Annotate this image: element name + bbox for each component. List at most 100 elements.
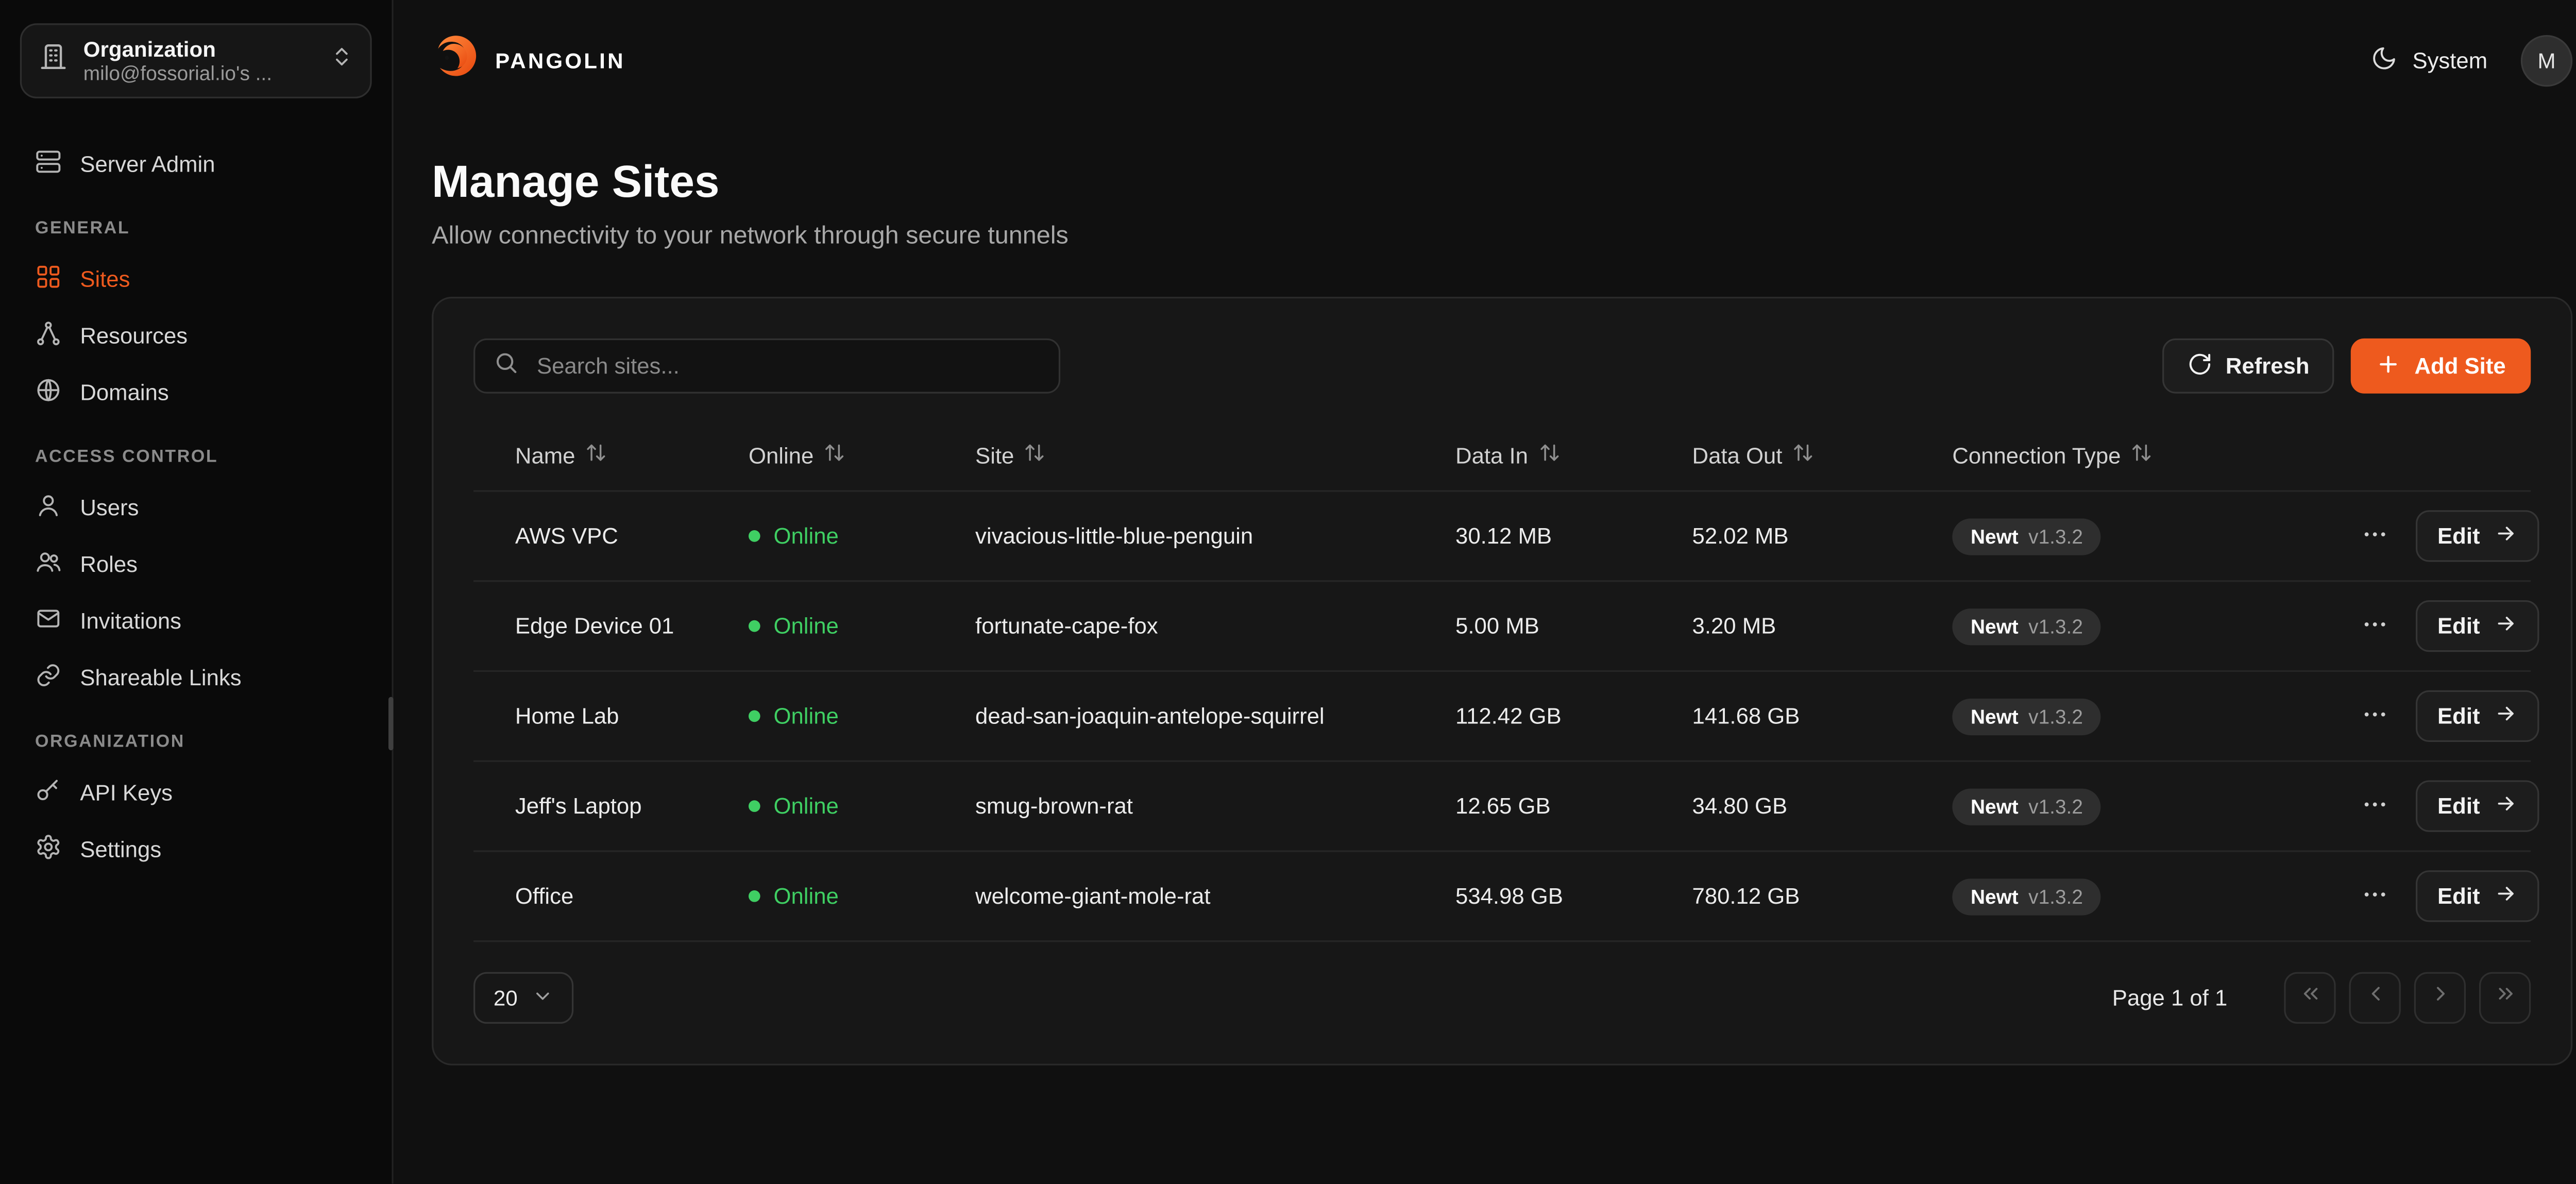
connection-type: Newt bbox=[1971, 794, 2019, 818]
sidebar-section-general: GENERAL bbox=[35, 218, 357, 239]
first-page-button[interactable] bbox=[2284, 972, 2335, 1024]
theme-toggle[interactable]: System bbox=[2371, 44, 2488, 76]
connection-type: Newt bbox=[1971, 704, 2019, 728]
connection-version: v1.3.2 bbox=[2028, 885, 2083, 908]
data-out-value: 141.68 GB bbox=[1692, 704, 1953, 729]
ellipsis-icon bbox=[2361, 610, 2389, 643]
page-title: Manage Sites bbox=[432, 157, 2572, 207]
site-name: Home Lab bbox=[515, 704, 749, 729]
site-tunnel-name: vivacious-little-blue-penguin bbox=[975, 523, 1455, 549]
sort-icon bbox=[824, 442, 845, 469]
mail-icon bbox=[35, 604, 62, 636]
data-in-value: 12.65 GB bbox=[1455, 793, 1692, 819]
sidebar-item-label: Roles bbox=[80, 551, 138, 576]
next-page-button[interactable] bbox=[2414, 972, 2466, 1024]
sort-icon bbox=[1538, 442, 1560, 469]
avatar[interactable]: M bbox=[2521, 34, 2572, 86]
chevrons-left-icon bbox=[2298, 982, 2321, 1013]
site-tunnel-name: smug-brown-rat bbox=[975, 793, 1455, 819]
data-out-value: 3.20 MB bbox=[1692, 614, 1953, 639]
search-box bbox=[473, 339, 1060, 394]
data-in-value: 5.00 MB bbox=[1455, 614, 1692, 639]
column-header-data-out[interactable]: Data Out bbox=[1692, 442, 1953, 469]
sidebar-section-organization: ORGANIZATION bbox=[35, 732, 357, 752]
sidebar-item-label: Invitations bbox=[80, 608, 181, 633]
sidebar-item-roles[interactable]: Roles bbox=[20, 535, 372, 592]
column-header-name[interactable]: Name bbox=[515, 442, 749, 469]
ellipsis-icon bbox=[2361, 789, 2389, 823]
edit-button[interactable]: Edit bbox=[2416, 600, 2538, 652]
data-out-value: 34.80 GB bbox=[1692, 793, 1953, 819]
sidebar-item-api-keys[interactable]: API Keys bbox=[20, 764, 372, 820]
edit-button[interactable]: Edit bbox=[2416, 690, 2538, 742]
sidebar-item-label: Settings bbox=[80, 836, 161, 861]
theme-label: System bbox=[2412, 47, 2487, 73]
page-head: Manage Sites Allow connectivity to your … bbox=[432, 157, 2572, 250]
sidebar-item-shareable-links[interactable]: Shareable Links bbox=[20, 649, 372, 705]
chevrons-up-down-icon bbox=[330, 45, 353, 76]
sidebar-item-invitations[interactable]: Invitations bbox=[20, 592, 372, 649]
edit-button[interactable]: Edit bbox=[2416, 780, 2538, 832]
column-header-data-in[interactable]: Data In bbox=[1455, 442, 1692, 469]
edit-button[interactable]: Edit bbox=[2416, 870, 2538, 922]
prev-page-button[interactable] bbox=[2349, 972, 2401, 1024]
row-menu-button[interactable] bbox=[2355, 604, 2394, 648]
edit-button[interactable]: Edit bbox=[2416, 510, 2538, 562]
connection-version: v1.3.2 bbox=[2028, 704, 2083, 728]
add-site-button[interactable]: Add Site bbox=[2351, 339, 2531, 394]
sidebar-item-label: Domains bbox=[80, 379, 168, 404]
data-out-value: 780.12 GB bbox=[1692, 884, 1953, 909]
site-status: Online bbox=[749, 523, 975, 549]
sidebar-item-settings[interactable]: Settings bbox=[20, 820, 372, 877]
site-name: AWS VPC bbox=[515, 523, 749, 549]
site-name: Jeff's Laptop bbox=[515, 793, 749, 819]
users-icon bbox=[35, 548, 62, 579]
waypoints-icon bbox=[35, 319, 62, 351]
arrow-right-icon bbox=[2493, 882, 2516, 910]
search-input[interactable] bbox=[534, 352, 1041, 380]
table-row: AWS VPC Online vivacious-little-blue-pen… bbox=[473, 490, 2531, 580]
data-in-value: 112.42 GB bbox=[1455, 704, 1692, 729]
row-menu-button[interactable] bbox=[2355, 514, 2394, 557]
last-page-button[interactable] bbox=[2479, 972, 2531, 1024]
sidebar-item-resources[interactable]: Resources bbox=[20, 307, 372, 363]
data-in-value: 534.98 GB bbox=[1455, 884, 1692, 909]
refresh-button[interactable]: Refresh bbox=[2162, 339, 2334, 394]
table-row: Home Lab Online dead-san-joaquin-antelop… bbox=[473, 670, 2531, 760]
site-tunnel-name: dead-san-joaquin-antelope-squirrel bbox=[975, 704, 1455, 729]
column-header-site[interactable]: Site bbox=[975, 442, 1455, 469]
key-icon bbox=[35, 776, 62, 807]
connection-type-badge: Newt v1.3.2 bbox=[1952, 878, 2101, 915]
chevron-left-icon bbox=[2363, 982, 2386, 1013]
organization-subtitle: milo@fossorial.io's ... bbox=[83, 61, 315, 86]
building-icon bbox=[38, 42, 68, 80]
row-menu-button[interactable] bbox=[2355, 785, 2394, 828]
brand-logo-link[interactable]: PANGOLIN bbox=[432, 31, 625, 88]
site-tunnel-name: welcome-giant-mole-rat bbox=[975, 884, 1455, 909]
row-menu-button[interactable] bbox=[2355, 874, 2394, 918]
sidebar-item-users[interactable]: Users bbox=[20, 479, 372, 535]
data-out-value: 52.02 MB bbox=[1692, 523, 1953, 549]
ellipsis-icon bbox=[2361, 700, 2389, 733]
column-header-online[interactable]: Online bbox=[749, 442, 975, 469]
chevron-down-icon bbox=[533, 985, 554, 1011]
app-window: Organization milo@fossorial.io's ... Ser… bbox=[0, 0, 2576, 1184]
sites-table: Name Online Site Data In bbox=[473, 420, 2531, 942]
sidebar-item-domains[interactable]: Domains bbox=[20, 363, 372, 420]
sort-icon bbox=[2131, 442, 2153, 469]
sidebar-scrollbar[interactable] bbox=[388, 697, 394, 751]
search-icon bbox=[494, 349, 519, 383]
site-status: Online bbox=[749, 704, 975, 729]
column-header-connection-type[interactable]: Connection Type bbox=[1952, 442, 2355, 469]
server-icon bbox=[35, 147, 62, 179]
sidebar-item-server-admin[interactable]: Server Admin bbox=[20, 135, 372, 192]
sidebar-item-sites[interactable]: Sites bbox=[20, 250, 372, 307]
sort-icon bbox=[1792, 442, 1814, 469]
row-menu-button[interactable] bbox=[2355, 695, 2394, 738]
arrow-right-icon bbox=[2493, 522, 2516, 550]
organization-picker[interactable]: Organization milo@fossorial.io's ... bbox=[20, 23, 372, 98]
connection-type-badge: Newt v1.3.2 bbox=[1952, 608, 2101, 645]
connection-version: v1.3.2 bbox=[2028, 794, 2083, 818]
page-size-select[interactable]: 20 bbox=[473, 972, 574, 1024]
online-dot bbox=[749, 800, 760, 812]
